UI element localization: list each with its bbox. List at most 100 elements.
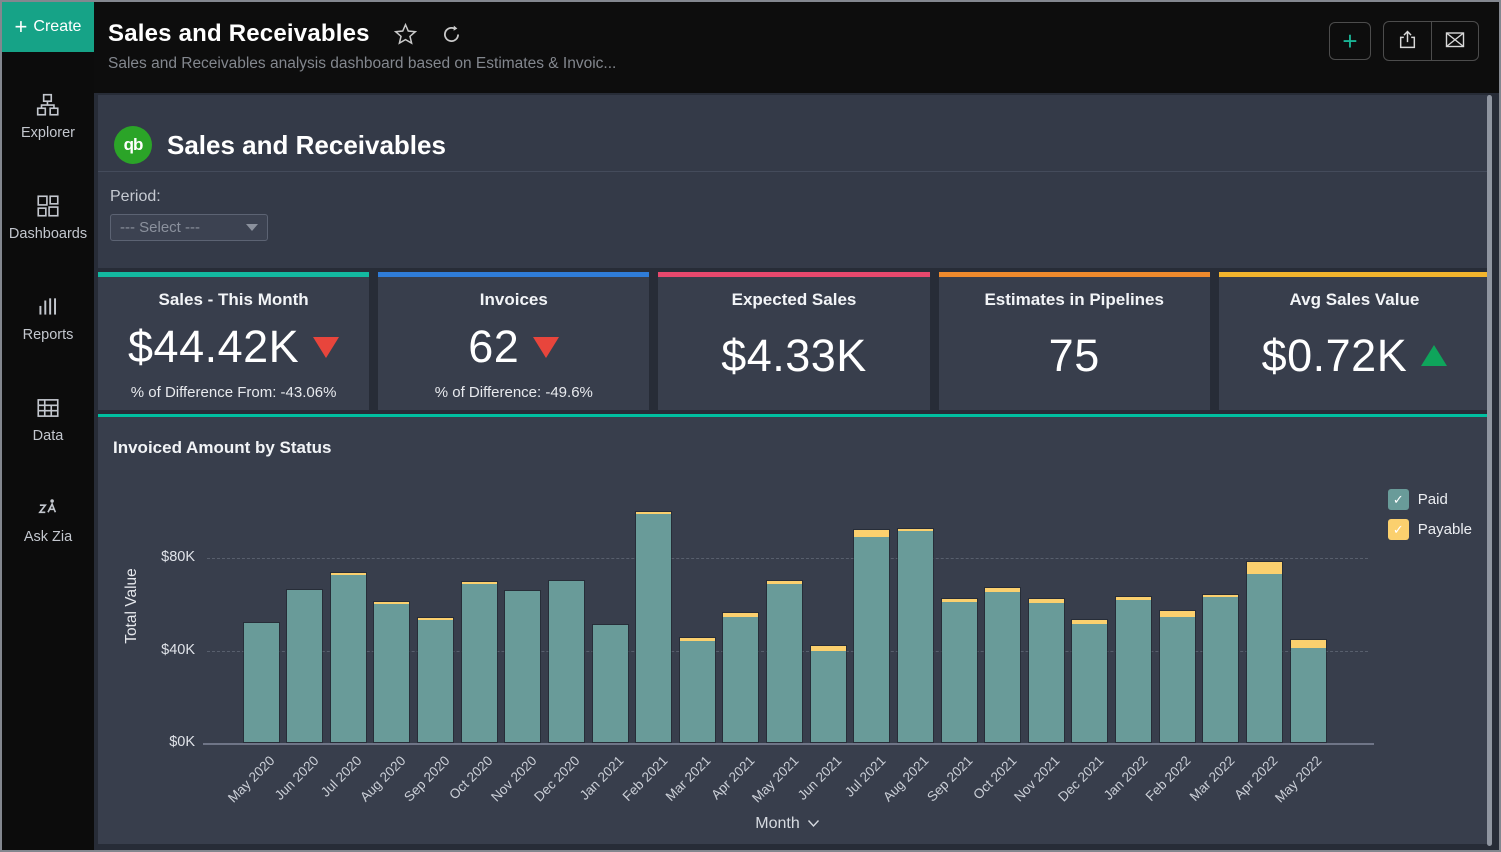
- period-select-value: --- Select ---: [120, 219, 200, 236]
- email-button[interactable]: [1431, 22, 1478, 60]
- export-share-button[interactable]: [1384, 22, 1431, 60]
- kpi-row: Sales - This Month $44.42K % of Differen…: [98, 272, 1490, 410]
- bar-nov-2021[interactable]: [1028, 598, 1065, 743]
- kpi-value: $0.72K: [1262, 330, 1408, 382]
- bar-sep-2021[interactable]: [941, 598, 978, 743]
- dashboard-content: qb Sales and Receivables Period: --- Sel…: [94, 93, 1499, 850]
- bar-feb-2021[interactable]: [635, 511, 672, 743]
- sidebar-item-label: Ask Zia: [24, 529, 72, 545]
- y-tick-label: $40K: [98, 642, 195, 658]
- bar-oct-2021[interactable]: [984, 587, 1021, 743]
- bar-jul-2020[interactable]: [330, 572, 367, 743]
- bar-segment-paid: [462, 584, 497, 742]
- sidebar-item-data[interactable]: Data: [2, 381, 94, 458]
- sidebar-item-explorer[interactable]: Explorer: [2, 78, 94, 155]
- kpi-title: Avg Sales Value: [1290, 290, 1420, 310]
- x-axis-line: [203, 743, 1374, 745]
- bar-segment-paid: [767, 584, 802, 742]
- bar-jul-2021[interactable]: [853, 529, 890, 743]
- bar-segment-paid: [418, 620, 453, 742]
- sidebar-item-label: Reports: [23, 327, 74, 343]
- bar-nov-2020[interactable]: [504, 590, 541, 743]
- kpi-title: Sales - This Month: [159, 290, 309, 310]
- bar-apr-2022[interactable]: [1246, 561, 1283, 743]
- chevron-down-icon: [807, 815, 820, 833]
- chart-plot: $0K$40K$80KMay 2020Jun 2020Jul 2020Aug 2…: [98, 417, 1490, 844]
- kpi-card-avg-sales-value[interactable]: Avg Sales Value $0.72K: [1219, 272, 1490, 410]
- bar-dec-2020[interactable]: [548, 580, 585, 743]
- kpi-value: 62: [468, 321, 519, 373]
- y-tick-label: $80K: [98, 549, 195, 565]
- bar-sep-2020[interactable]: [417, 617, 454, 743]
- bar-segment-payable: [1247, 562, 1282, 574]
- bar-apr-2021[interactable]: [722, 612, 759, 743]
- bar-segment-paid: [287, 590, 322, 742]
- bar-segment-paid: [1247, 574, 1282, 742]
- trend-down-icon: [313, 337, 339, 358]
- dashboard-header-panel: qb Sales and Receivables Period: --- Sel…: [98, 95, 1490, 268]
- bar-segment-paid: [505, 591, 540, 742]
- bar-segment-paid: [680, 641, 715, 742]
- bar-aug-2021[interactable]: [897, 528, 934, 743]
- caret-down-icon: [246, 224, 258, 231]
- app-window: + Create Explorer: [0, 0, 1501, 852]
- kpi-value: 75: [1049, 330, 1100, 382]
- bar-segment-paid: [723, 617, 758, 742]
- add-button[interactable]: +: [1329, 22, 1371, 60]
- sidebar-item-label: Explorer: [21, 125, 75, 141]
- kpi-value: $44.42K: [128, 321, 299, 373]
- sidebar: + Create Explorer: [2, 2, 94, 850]
- bar-segment-payable: [854, 530, 889, 537]
- bar-feb-2022[interactable]: [1159, 610, 1196, 743]
- bar-mar-2021[interactable]: [679, 637, 716, 743]
- bar-jan-2021[interactable]: [592, 624, 629, 743]
- bar-segment-paid: [374, 604, 409, 742]
- plus-icon: +: [15, 16, 28, 38]
- sidebar-item-dashboards[interactable]: Dashboards: [2, 179, 94, 256]
- kpi-card-estimates-in-pipelines[interactable]: Estimates in Pipelines 75: [939, 272, 1210, 410]
- kpi-card-expected-sales[interactable]: Expected Sales $4.33K: [658, 272, 929, 410]
- bar-segment-paid: [1160, 617, 1195, 742]
- bar-oct-2020[interactable]: [461, 581, 498, 743]
- bar-jun-2021[interactable]: [810, 645, 847, 743]
- bar-aug-2020[interactable]: [373, 601, 410, 743]
- bar-segment-paid: [549, 581, 584, 742]
- bar-segment-paid: [854, 537, 889, 742]
- sidebar-item-ask-zia[interactable]: Ask Zia: [2, 482, 94, 559]
- sidebar-item-reports[interactable]: Reports: [2, 280, 94, 357]
- bar-segment-paid: [811, 651, 846, 742]
- vertical-scrollbar[interactable]: [1487, 95, 1492, 846]
- bar-segment-paid: [636, 514, 671, 742]
- bar-segment-paid: [1029, 603, 1064, 742]
- refresh-icon[interactable]: [441, 24, 462, 45]
- kpi-title: Expected Sales: [732, 290, 857, 310]
- bar-segment-paid: [942, 602, 977, 742]
- sidebar-item-label: Dashboards: [9, 226, 87, 242]
- bar-may-2022[interactable]: [1290, 639, 1327, 743]
- kpi-title: Invoices: [480, 290, 548, 310]
- period-select[interactable]: --- Select ---: [110, 214, 268, 241]
- bar-segment-paid: [1203, 597, 1238, 742]
- bar-segment-paid: [898, 531, 933, 742]
- kpi-subtext: % of Difference: -49.6%: [435, 384, 593, 401]
- bar-mar-2022[interactable]: [1202, 594, 1239, 743]
- y-tick-label: $0K: [98, 734, 195, 750]
- bar-segment-payable: [1291, 640, 1326, 648]
- period-label: Period:: [110, 188, 1490, 206]
- bar-jun-2020[interactable]: [286, 589, 323, 743]
- bar-segment-paid: [1291, 648, 1326, 742]
- bar-segment-paid: [244, 623, 279, 742]
- bar-may-2020[interactable]: [243, 622, 280, 743]
- email-icon: [1444, 29, 1466, 53]
- bar-dec-2021[interactable]: [1071, 619, 1108, 743]
- favorite-star-icon[interactable]: [394, 23, 417, 46]
- kpi-card-sales-this-month[interactable]: Sales - This Month $44.42K % of Differen…: [98, 272, 369, 410]
- gridline: [207, 558, 1368, 559]
- create-button-label: Create: [33, 18, 81, 36]
- create-button[interactable]: + Create: [2, 2, 94, 52]
- bar-may-2021[interactable]: [766, 580, 803, 743]
- bar-jan-2022[interactable]: [1115, 596, 1152, 743]
- x-axis-label[interactable]: Month: [207, 815, 1368, 833]
- explorer-icon: [35, 92, 61, 118]
- kpi-card-invoices[interactable]: Invoices 62 % of Difference: -49.6%: [378, 272, 649, 410]
